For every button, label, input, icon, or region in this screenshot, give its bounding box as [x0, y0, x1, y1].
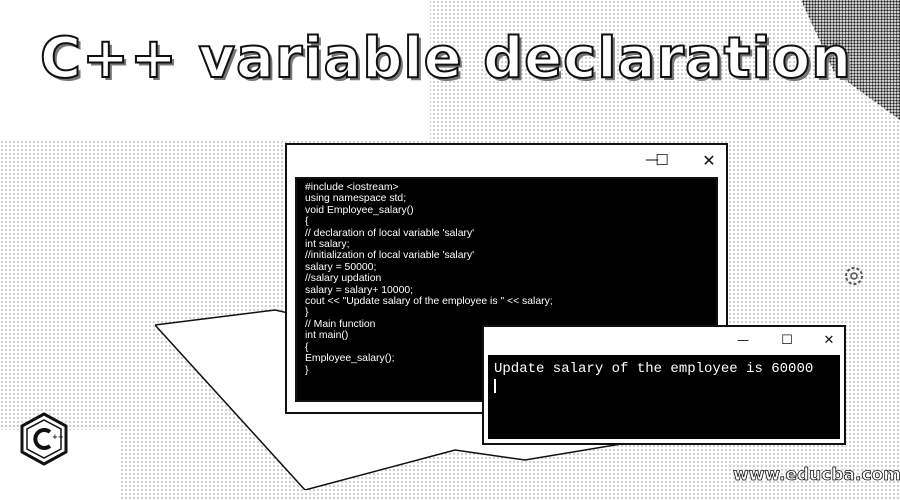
console-output-area[interactable]: Update salary of the employee is 60000: [488, 355, 840, 439]
maximize-button[interactable]: ☐: [776, 329, 798, 351]
cpp-logo-icon: ++: [20, 412, 68, 466]
close-button[interactable]: ✕: [698, 149, 720, 171]
code-line: #include <iostream>: [305, 182, 399, 193]
code-line: //salary updation: [305, 273, 382, 285]
code-line: salary = salary+ 10000;: [305, 284, 414, 296]
console-output-text: Update salary of the employee is 60000: [494, 361, 814, 377]
close-button[interactable]: ✕: [818, 329, 840, 351]
code-line: cout << "Update salary of the employee i…: [305, 296, 553, 308]
text-cursor: [494, 379, 496, 393]
code-line: void Employee_salary(): [305, 204, 414, 216]
code-line: using namespace std;: [305, 193, 407, 205]
code-line: int salary;: [305, 239, 350, 251]
code-line: salary = 50000;: [305, 261, 377, 273]
code-line: {: [305, 216, 309, 228]
editor-titlebar[interactable]: — ☐ ✕: [287, 145, 726, 175]
console-titlebar[interactable]: — ☐ ✕: [484, 327, 844, 353]
code-line: // declaration of local variable 'salary…: [305, 227, 475, 239]
gear-icon: [845, 267, 863, 285]
code-line: }: [305, 307, 309, 319]
minimize-button[interactable]: —: [732, 329, 754, 351]
console-window: — ☐ ✕ Update salary of the employee is 6…: [482, 325, 846, 445]
site-url: www.educba.com: [733, 465, 900, 486]
svg-text:++: ++: [52, 433, 64, 441]
page-title: C++ variable declaration: [39, 25, 853, 92]
maximize-button[interactable]: ☐: [651, 149, 673, 171]
code-line: //initialization of local variable 'sala…: [305, 250, 475, 262]
